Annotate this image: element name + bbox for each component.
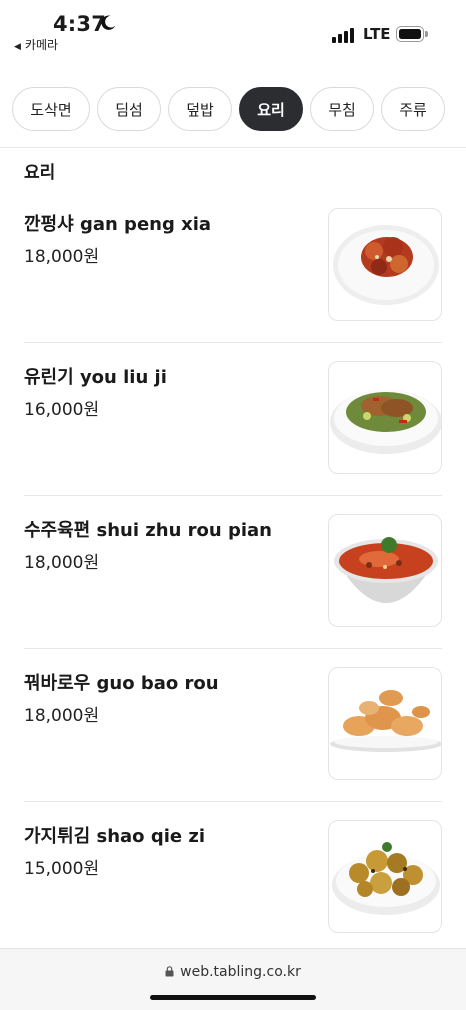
network-label: LTE — [363, 25, 391, 43]
home-indicator[interactable] — [150, 995, 316, 1000]
tab-muchim[interactable]: 무침 — [310, 87, 374, 131]
tabs-divider — [0, 147, 466, 148]
signal-icon — [332, 27, 356, 43]
menu-list: 깐펑샤 gan peng xia 18,000원 유린기 you liu ji … — [0, 190, 466, 955]
browser-bottom-bar: web.tabling.co.kr — [0, 948, 466, 1010]
menu-item-image[interactable] — [328, 361, 442, 474]
menu-item-name: 깐펑샤 gan peng xia — [24, 214, 212, 235]
status-bar: 4:37 ◀ 카메라 LTE — [0, 0, 466, 70]
back-app-label: 카메라 — [24, 38, 59, 52]
battery-icon — [396, 26, 428, 42]
url-bar[interactable]: web.tabling.co.kr — [0, 964, 466, 980]
menu-item-name: 유린기 you liu ji — [24, 367, 167, 388]
menu-item-price: 18,000원 — [24, 247, 100, 267]
menu-item-price: 16,000원 — [24, 400, 100, 420]
menu-item[interactable]: 수주육편 shui zhu rou pian 18,000원 — [0, 496, 466, 649]
menu-item-name: 꿔바로우 guo bao rou — [24, 673, 219, 694]
menu-item-image[interactable] — [328, 514, 442, 627]
menu-item-image[interactable] — [328, 667, 442, 780]
menu-item[interactable]: 유린기 you liu ji 16,000원 — [0, 343, 466, 496]
menu-item[interactable]: 깐펑샤 gan peng xia 18,000원 — [0, 190, 466, 343]
section-title: 요리 — [24, 163, 56, 183]
tab-deopbap[interactable]: 덮밥 — [168, 87, 232, 131]
back-arrow-icon: ◀ — [14, 42, 21, 52]
tab-dosakmyeon[interactable]: 도삭면 — [12, 87, 90, 131]
menu-item-price: 18,000원 — [24, 706, 100, 726]
tab-dimsum[interactable]: 딤섬 — [97, 87, 161, 131]
lock-icon — [165, 966, 174, 977]
menu-item[interactable]: 가지튀김 shao qie zi 15,000원 — [0, 802, 466, 955]
back-to-app-link[interactable]: ◀ 카메라 — [14, 36, 58, 53]
tab-yori[interactable]: 요리 — [239, 87, 303, 131]
moon-icon — [101, 15, 116, 30]
tab-juryu[interactable]: 주류 — [381, 87, 445, 131]
category-tabs: 도삭면 딤섬 덮밥 요리 무침 주류 — [12, 87, 466, 131]
menu-item[interactable]: 꿔바로우 guo bao rou 18,000원 — [0, 649, 466, 802]
menu-item-price: 18,000원 — [24, 553, 100, 573]
menu-item-price: 15,000원 — [24, 859, 100, 879]
menu-item-image[interactable] — [328, 208, 442, 321]
menu-item-image[interactable] — [328, 820, 442, 933]
url-text: web.tabling.co.kr — [180, 964, 301, 980]
menu-item-name: 가지튀김 shao qie zi — [24, 826, 205, 847]
menu-item-name: 수주육편 shui zhu rou pian — [24, 520, 272, 541]
